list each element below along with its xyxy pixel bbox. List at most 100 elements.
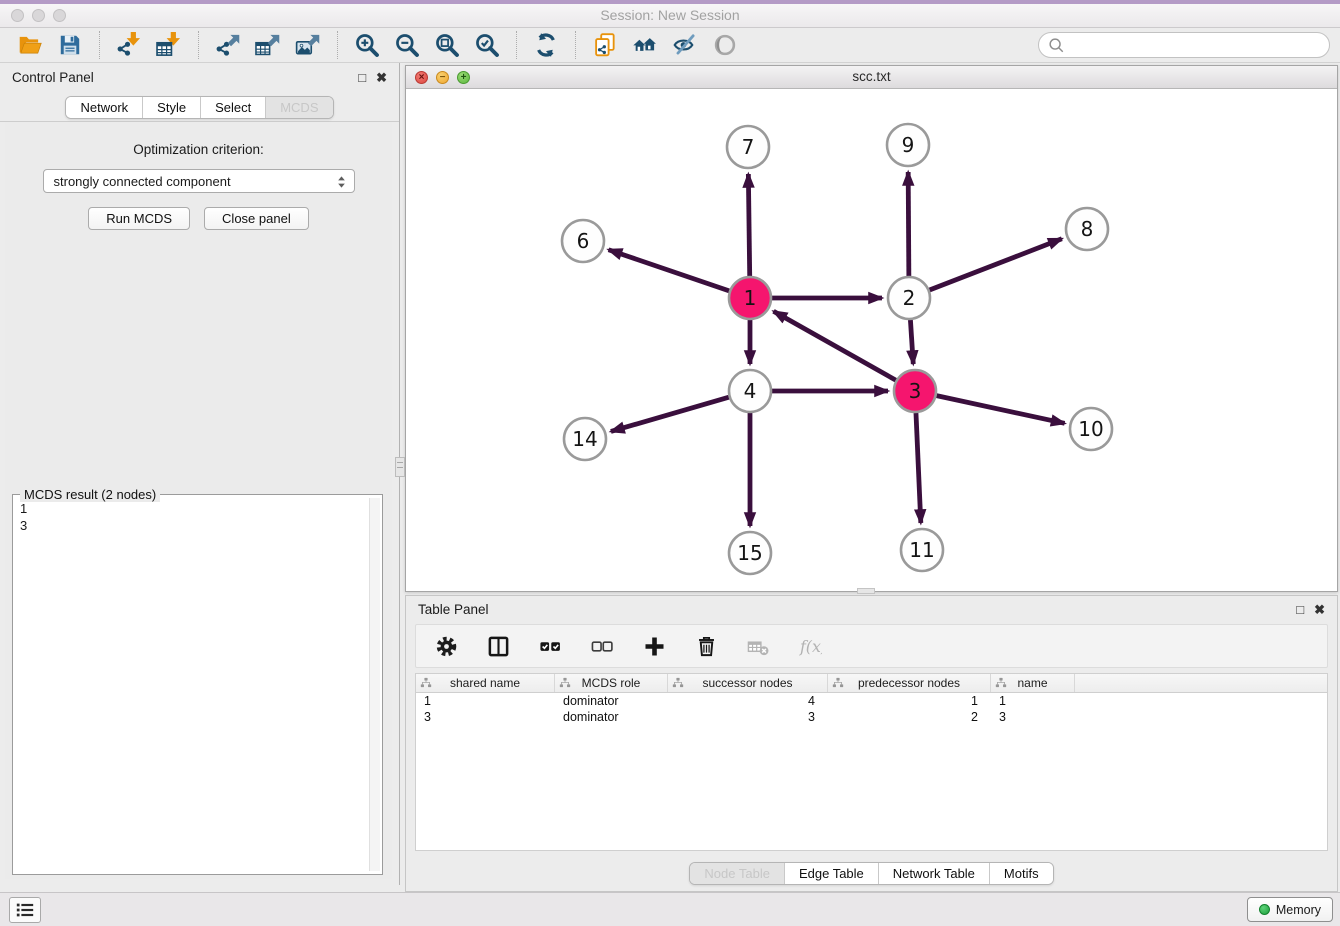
minimize-window-button[interactable] xyxy=(32,9,45,22)
close-network-icon[interactable]: × xyxy=(415,71,428,84)
node-2[interactable]: 2 xyxy=(888,277,930,319)
close-panel-button[interactable]: Close panel xyxy=(204,207,309,230)
search-icon xyxy=(1047,36,1065,54)
tab-network[interactable]: Network xyxy=(66,97,142,118)
add-row-button[interactable] xyxy=(638,631,670,661)
style-button[interactable] xyxy=(669,30,701,60)
criterion-dropdown[interactable]: strongly connected component xyxy=(43,169,355,193)
node-6[interactable]: 6 xyxy=(562,220,604,262)
table-row[interactable]: 3dominator323 xyxy=(416,709,1327,725)
export-image-button[interactable] xyxy=(292,30,324,60)
float-panel-icon[interactable]: □ xyxy=(358,71,366,84)
close-panel-icon[interactable]: ✖ xyxy=(376,71,387,84)
settings-button[interactable] xyxy=(430,631,462,661)
table-panel: Table Panel □ ✖ f(x) shared nameMCDS rol… xyxy=(405,595,1338,892)
mcds-result-box: MCDS result (2 nodes) 13 xyxy=(12,494,383,875)
edge-3-1[interactable] xyxy=(774,311,896,380)
open-file-button[interactable] xyxy=(14,30,46,60)
tab-mcds[interactable]: MCDS xyxy=(265,97,332,118)
tab-network-table[interactable]: Network Table xyxy=(878,863,989,884)
search-input[interactable] xyxy=(1065,38,1321,53)
table-row[interactable]: 1dominator411 xyxy=(416,693,1327,709)
memory-button[interactable]: Memory xyxy=(1247,897,1333,922)
task-history-button[interactable] xyxy=(9,897,41,923)
node-10[interactable]: 10 xyxy=(1070,408,1112,450)
column-header-name[interactable]: name xyxy=(991,674,1075,692)
svg-text:14: 14 xyxy=(572,427,597,451)
edge-2-9[interactable] xyxy=(908,172,909,276)
columns-button[interactable] xyxy=(482,631,514,661)
tab-motifs[interactable]: Motifs xyxy=(989,863,1053,884)
zoom-out-button[interactable] xyxy=(391,30,423,60)
edge-1-7[interactable] xyxy=(748,174,749,276)
node-15[interactable]: 15 xyxy=(729,532,771,574)
open-file-icon xyxy=(17,32,43,58)
cell-MCDS-role: dominator xyxy=(555,693,668,709)
table-header-row: shared nameMCDS rolesuccessor nodesprede… xyxy=(416,674,1327,693)
style-icon xyxy=(672,32,698,58)
close-table-panel-icon[interactable]: ✖ xyxy=(1314,603,1325,616)
edge-3-10[interactable] xyxy=(937,396,1065,424)
search-box[interactable] xyxy=(1038,32,1330,58)
deselect-all-button[interactable] xyxy=(586,631,618,661)
edge-2-8[interactable] xyxy=(930,239,1062,290)
tab-edge-table[interactable]: Edge Table xyxy=(784,863,878,884)
node-8[interactable]: 8 xyxy=(1066,208,1108,250)
column-header-predecessor-nodes[interactable]: predecessor nodes xyxy=(828,674,991,692)
run-mcds-button[interactable]: Run MCDS xyxy=(88,207,190,230)
node-11[interactable]: 11 xyxy=(901,529,943,571)
zoom-selected-button[interactable] xyxy=(471,30,503,60)
function-button[interactable]: f(x) xyxy=(794,631,826,661)
node-9[interactable]: 9 xyxy=(887,124,929,166)
toolbar-separator xyxy=(575,31,576,59)
node-4[interactable]: 4 xyxy=(729,370,771,412)
copy-view-button[interactable] xyxy=(589,30,621,60)
close-window-button[interactable] xyxy=(11,9,24,22)
tab-style[interactable]: Style xyxy=(142,97,200,118)
refresh-icon xyxy=(533,32,559,58)
refresh-button[interactable] xyxy=(530,30,562,60)
save-session-button[interactable] xyxy=(54,30,86,60)
column-header-MCDS-role[interactable]: MCDS role xyxy=(555,674,668,692)
mcds-result-text[interactable]: 13 xyxy=(16,498,366,871)
vertical-splitter-handle[interactable] xyxy=(395,457,405,477)
window-title: Session: New Session xyxy=(0,4,1340,27)
network-canvas[interactable]: 1 2 3 4 6 7 8 9 10 11 14 15 xyxy=(406,89,1337,591)
tab-node-table[interactable]: Node Table xyxy=(690,863,784,884)
import-network-button[interactable] xyxy=(113,30,145,60)
zoom-in-button[interactable] xyxy=(351,30,383,60)
edge-3-11[interactable] xyxy=(916,413,921,523)
edge-2-3[interactable] xyxy=(910,320,913,364)
minimize-network-icon[interactable]: − xyxy=(436,71,449,84)
edge-4-14[interactable] xyxy=(611,397,729,431)
edge-1-6[interactable] xyxy=(609,250,730,291)
result-scrollbar[interactable] xyxy=(369,498,380,871)
delete-row-button[interactable] xyxy=(690,631,722,661)
cell-predecessor-nodes: 1 xyxy=(828,693,991,709)
select-all-button[interactable] xyxy=(534,631,566,661)
zoom-fit-button[interactable] xyxy=(431,30,463,60)
eye-button[interactable] xyxy=(709,30,741,60)
float-table-panel-icon[interactable]: □ xyxy=(1296,603,1304,616)
maximize-network-icon[interactable]: + xyxy=(457,71,470,84)
export-network-button[interactable] xyxy=(212,30,244,60)
home-button[interactable] xyxy=(629,30,661,60)
app-titlebar: Session: New Session xyxy=(0,4,1340,28)
zoom-window-button[interactable] xyxy=(53,9,66,22)
column-header-shared-name[interactable]: shared name xyxy=(416,674,555,692)
table-tabs: Node TableEdge TableNetwork TableMotifs xyxy=(689,862,1053,885)
node-1[interactable]: 1 xyxy=(729,277,771,319)
svg-text:9: 9 xyxy=(902,133,915,157)
export-table-button[interactable] xyxy=(252,30,284,60)
node-7[interactable]: 7 xyxy=(727,126,769,168)
svg-text:15: 15 xyxy=(737,541,762,565)
column-header-successor-nodes[interactable]: successor nodes xyxy=(668,674,828,692)
delete-table-button[interactable] xyxy=(742,631,774,661)
import-table-button[interactable] xyxy=(153,30,185,60)
node-3[interactable]: 3 xyxy=(894,370,936,412)
tab-select[interactable]: Select xyxy=(200,97,265,118)
node-14[interactable]: 14 xyxy=(564,418,606,460)
horizontal-splitter-handle[interactable] xyxy=(857,588,875,594)
zoom-out-icon xyxy=(394,32,420,58)
network-window-titlebar[interactable]: × − + scc.txt xyxy=(406,66,1337,89)
